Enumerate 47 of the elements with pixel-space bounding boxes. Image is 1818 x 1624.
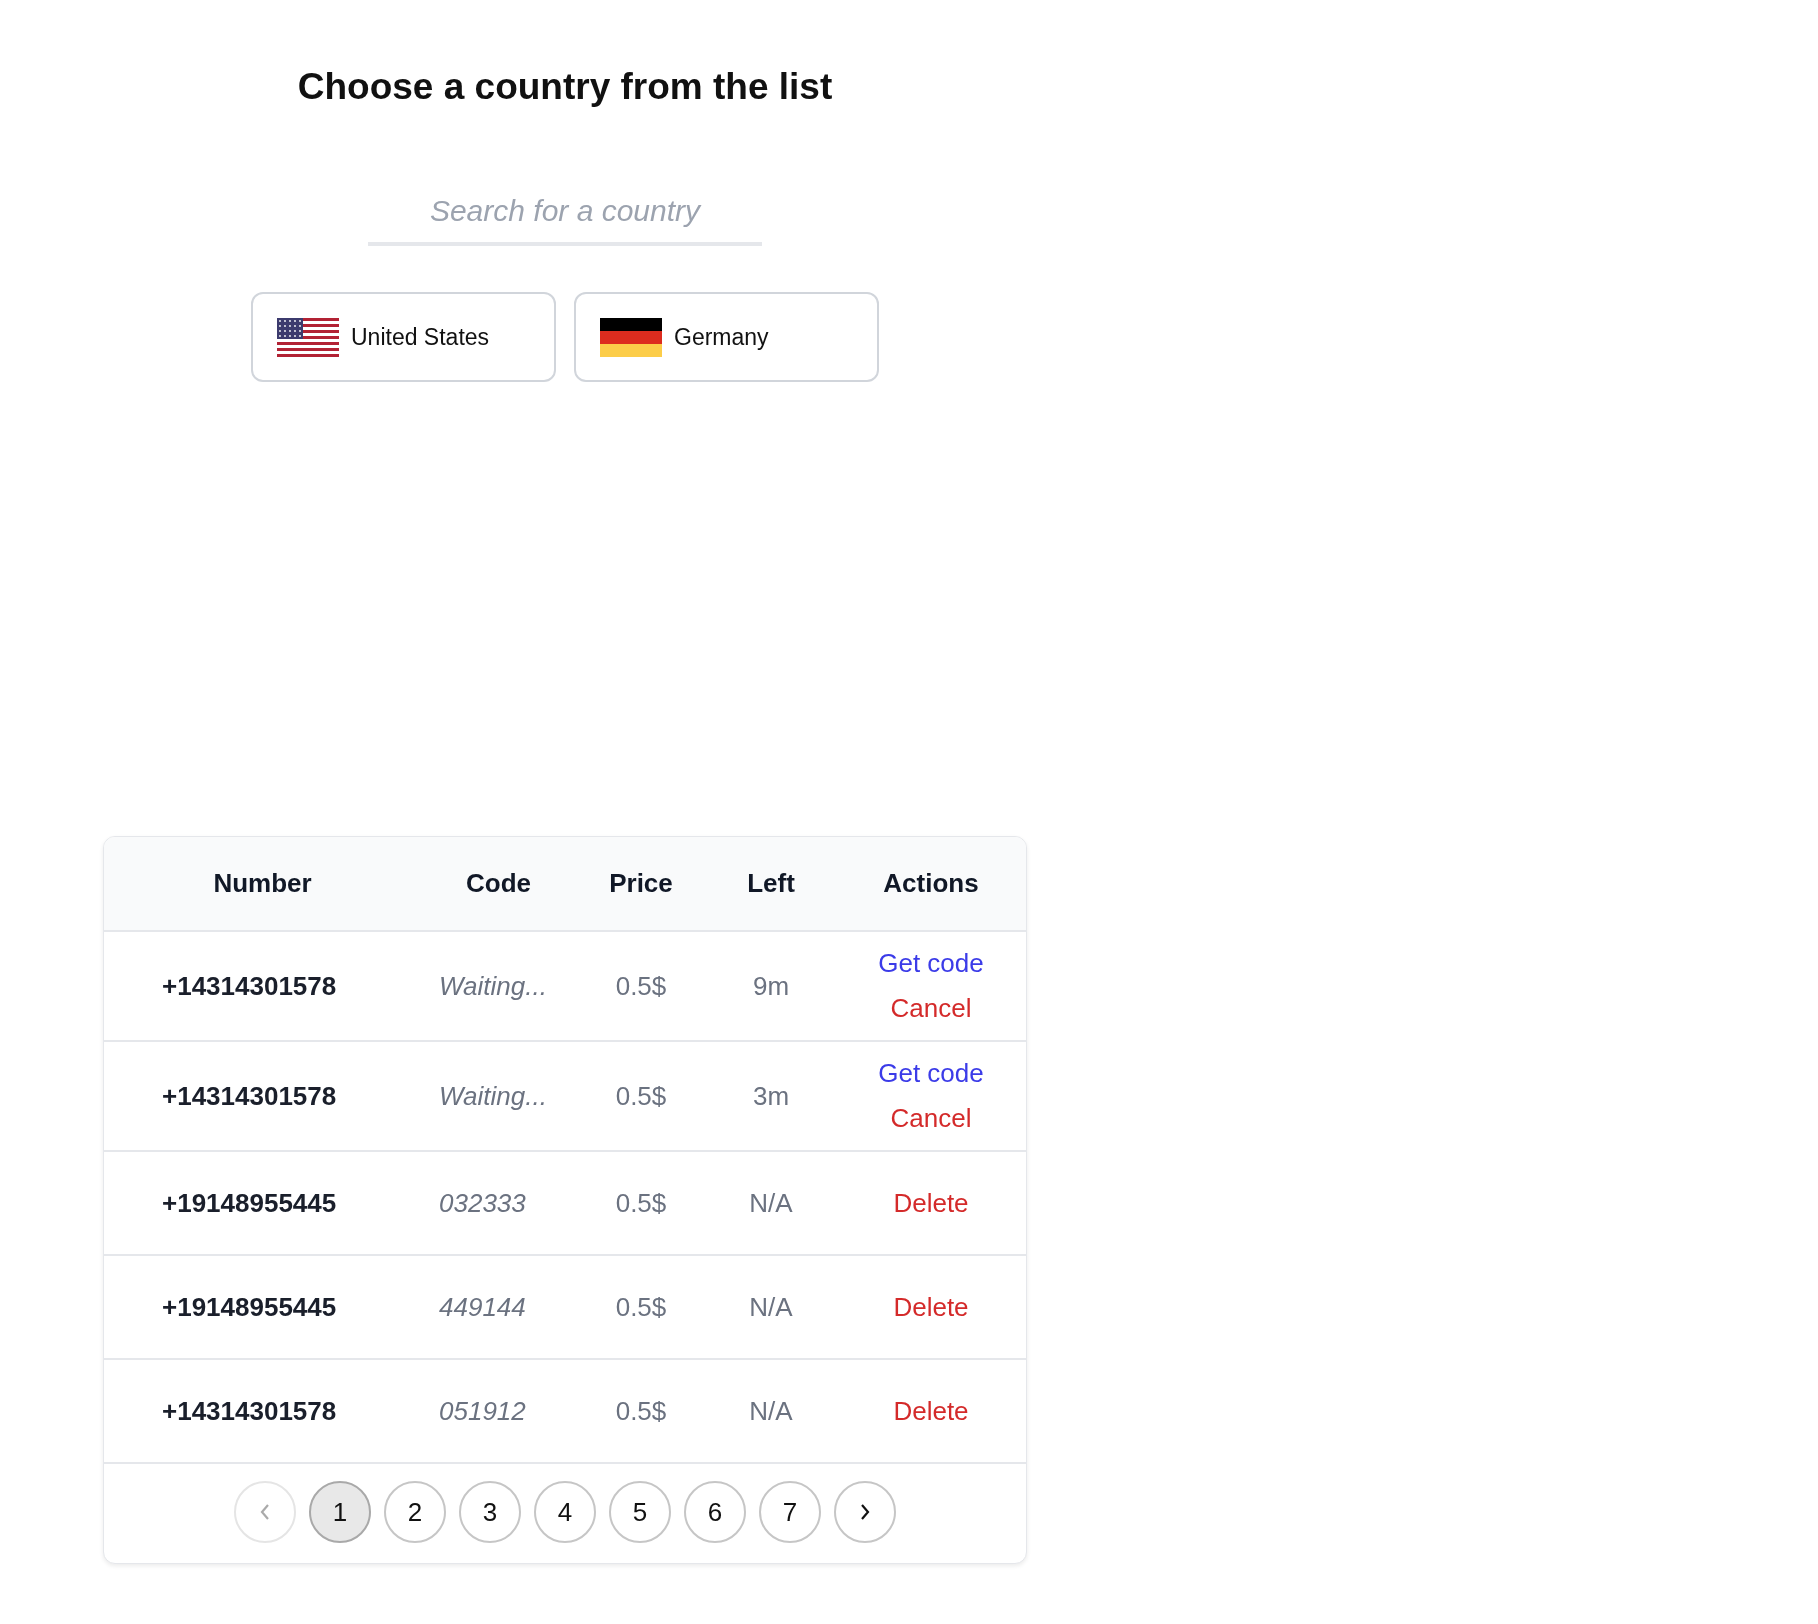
flag-icon — [600, 317, 662, 357]
column-header: Code — [465, 868, 532, 899]
page-title: Choose a country from the list — [297, 66, 833, 108]
page-button[interactable]: 2 — [384, 1481, 446, 1543]
page-button[interactable]: 6 — [684, 1481, 746, 1543]
country-button[interactable]: Germany — [574, 292, 879, 382]
cancel-link[interactable]: Cancel — [890, 993, 972, 1024]
number-cell-text: +19148955445 — [161, 1291, 338, 1323]
get-code-link[interactable]: Get code — [878, 948, 984, 979]
number-cell-text: +14314301578 — [161, 1080, 338, 1112]
column-header: Price — [608, 868, 674, 899]
price-cell-text: 0.5$ — [614, 1080, 668, 1112]
time-left-cell-text: N/A — [748, 1187, 794, 1219]
number-cell-text: +14314301578 — [161, 1395, 338, 1427]
number-cell-text: +19148955445 — [161, 1187, 338, 1219]
time-left-cell-text: 9m — [751, 970, 791, 1002]
cancel-link[interactable]: Cancel — [890, 1103, 972, 1134]
flag-icon — [277, 317, 339, 357]
code-cell-text: Waiting... — [438, 1080, 548, 1112]
time-left-cell-text: N/A — [748, 1291, 794, 1323]
country-button[interactable]: United States — [251, 292, 556, 382]
code-cell-text: Waiting... — [438, 970, 548, 1002]
search-field[interactable]: Search for a country — [368, 184, 762, 246]
delete-link[interactable]: Delete — [893, 1291, 969, 1323]
time-left-cell-text: N/A — [748, 1395, 794, 1427]
delete-link[interactable]: Delete — [893, 1395, 969, 1427]
price-cell-text: 0.5$ — [614, 970, 668, 1002]
page-button[interactable]: 4 — [534, 1481, 596, 1543]
code-cell-text: 449144 — [438, 1291, 527, 1323]
column-header: Actions — [882, 868, 980, 899]
page-button[interactable]: 7 — [759, 1481, 821, 1543]
time-left-cell-text: 3m — [751, 1080, 791, 1112]
delete-link[interactable]: Delete — [893, 1187, 969, 1219]
column-header: Left — [746, 868, 796, 899]
get-code-link[interactable]: Get code — [878, 1058, 984, 1089]
page-button[interactable]: 5 — [609, 1481, 671, 1543]
number-cell-text: +14314301578 — [161, 970, 338, 1002]
page-button[interactable]: 3 — [459, 1481, 521, 1543]
price-cell-text: 0.5$ — [614, 1291, 668, 1323]
chevron-left-icon — [259, 1502, 271, 1522]
column-header: Number — [212, 868, 313, 899]
price-cell-text: 0.5$ — [614, 1187, 668, 1219]
code-cell-text: 032333 — [438, 1187, 527, 1219]
code-cell-text: 051912 — [438, 1395, 527, 1427]
price-cell-text: 0.5$ — [614, 1395, 668, 1427]
chevron-right-icon — [859, 1502, 871, 1522]
page-button[interactable]: 1 — [309, 1481, 371, 1543]
